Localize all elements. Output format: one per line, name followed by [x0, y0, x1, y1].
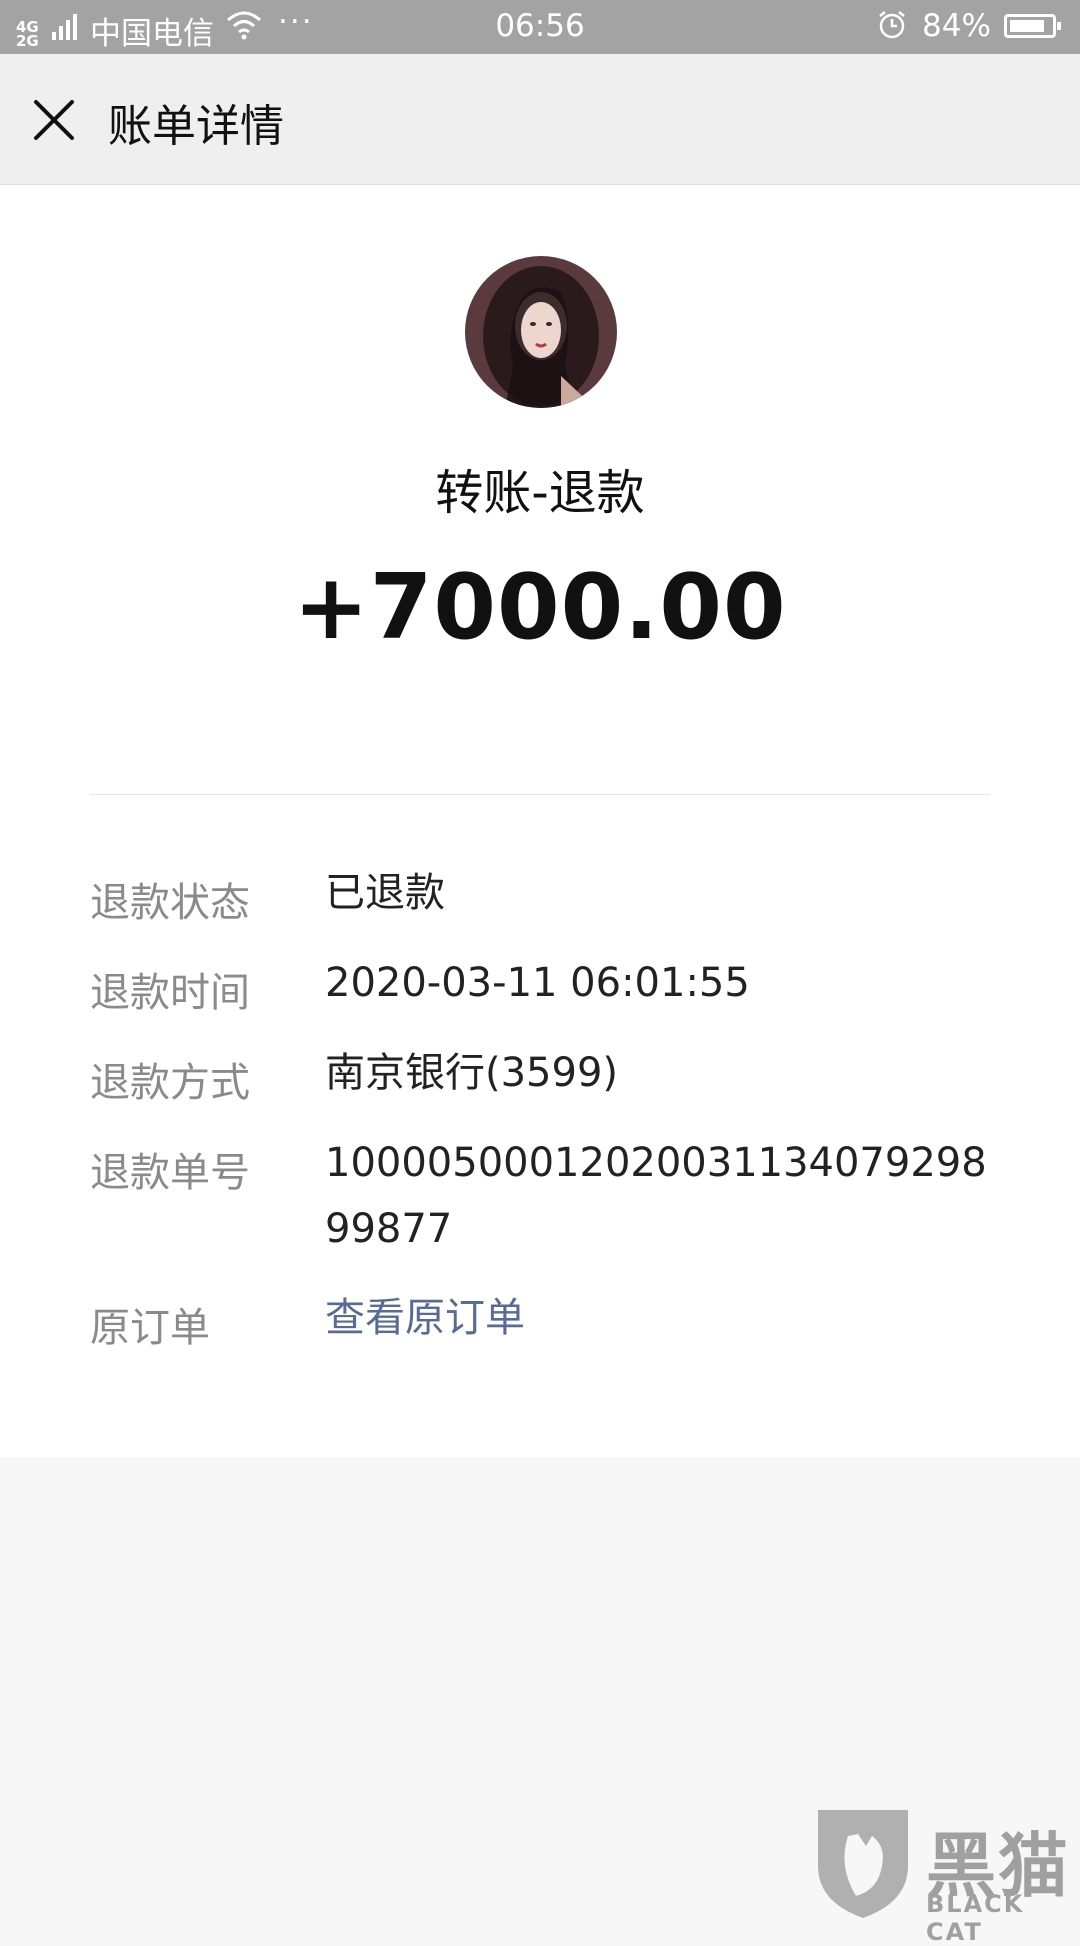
blackcat-watermark: 黑猫 BLACK CAT	[808, 1806, 1080, 1946]
navigation-bar: 账单详情	[0, 54, 1080, 185]
view-original-order-link[interactable]: 查看原订单	[325, 1285, 1005, 1351]
transaction-title: 转账-退款	[435, 465, 645, 521]
battery-icon	[1004, 14, 1061, 38]
refund-method-label: 退款方式	[90, 1060, 250, 1106]
bill-detail-card: 转账-退款 +7000.00 退款状态 已退款 退款时间 2020-03-11 …	[0, 185, 1080, 1457]
refund-status-label: 退款状态	[90, 880, 250, 926]
blackcat-logo-icon	[818, 1810, 908, 1918]
page-title: 账单详情	[108, 101, 284, 152]
close-icon[interactable]	[28, 94, 80, 146]
avatar	[465, 256, 617, 408]
original-order-label: 原订单	[90, 1305, 210, 1351]
alarm-icon	[876, 9, 908, 49]
battery-percentage: 84%	[922, 8, 991, 44]
watermark-subtext: BLACK CAT	[926, 1890, 1025, 1946]
refund-time-value: 2020-03-11 06:01:55	[325, 960, 750, 1006]
status-bar: 4G 2G 中国电信 ··· 06:56 84%	[0, 0, 1080, 54]
divider	[90, 794, 990, 795]
refund-number-value: 1000050001202003113407929899877	[325, 1140, 987, 1252]
refund-number-label: 退款单号	[90, 1150, 250, 1196]
refund-method-value: 南京银行(3599)	[325, 1050, 619, 1096]
refund-status-value: 已退款	[325, 870, 445, 916]
status-time: 06:56	[495, 8, 585, 44]
refund-time-label: 退款时间	[90, 970, 250, 1016]
transaction-amount: +7000.00	[293, 555, 787, 660]
